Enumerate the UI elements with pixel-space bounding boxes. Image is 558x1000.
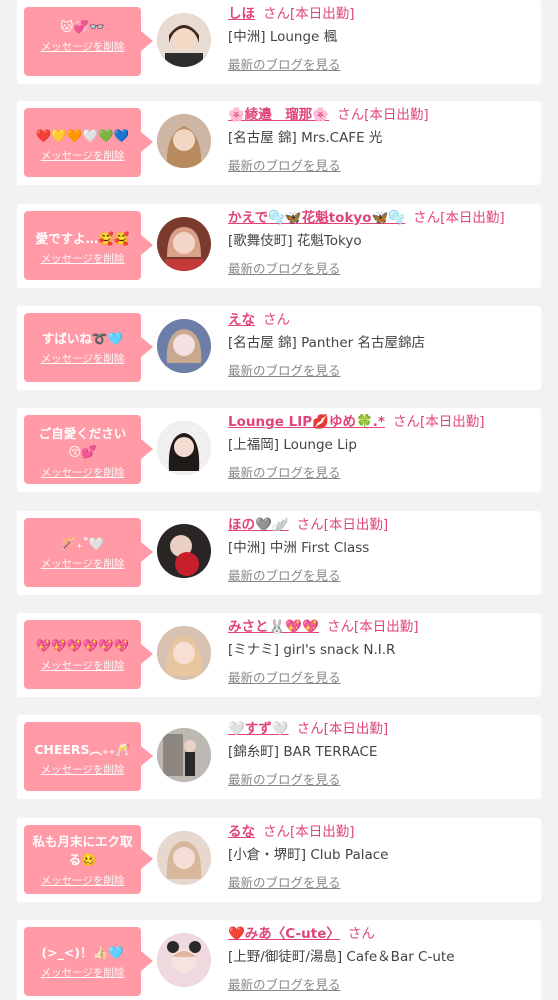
list-item: 私も月末にエク取る🥴 メッセージを削除 るな さん[本日出勤] [小倉・堺町] C… [17,818,541,902]
message-bubble: すばいね➰🩵 メッセージを削除 [24,313,153,382]
shop-name: [中洲] 中洲 First Class [228,540,370,556]
cast-name-link[interactable]: みさと🐰💖💖 [228,619,319,635]
latest-blog-link[interactable]: 最新のブログを見る [228,56,341,74]
cast-status: さん[本日出勤] [296,517,389,533]
avatar[interactable] [157,217,211,271]
list-item: 🪄₊˚🤍 メッセージを削除 ほの🩶🪽 さん[本日出勤] [中洲] 中洲 First… [17,511,541,595]
message-text: 🪄₊˚🤍 [60,536,105,551]
list-item: すばいね➰🩵 メッセージを削除 えな さん [名古屋 錦] Panther 名古屋… [17,306,541,390]
delete-message-link[interactable]: メッセージを削除 [41,658,125,673]
latest-blog-link[interactable]: 最新のブログを見る [228,260,341,278]
latest-blog-link[interactable]: 最新のブログを見る [228,157,341,175]
shop-name: [小倉・堺町] Club Palace [228,847,389,863]
cast-name-link[interactable]: しほ [228,6,255,22]
message-text: すばいね➰🩵 [41,331,124,346]
cast-status: さん [263,312,290,328]
avatar[interactable] [157,626,211,680]
message-bubble: (>_<)！👍🏻🩵 メッセージを削除 [24,927,153,996]
shop-name: [錦糸町] BAR TERRACE [228,744,378,760]
shop-name: [歌舞伎町] 花魁Tokyo [228,233,362,249]
avatar[interactable] [157,421,211,475]
shop-name: [名古屋 錦] Mrs.CAFE 光 [228,130,383,146]
latest-blog-link[interactable]: 最新のブログを見る [228,874,341,892]
cast-name-link[interactable]: Lounge LIP💋ゆめ🍀.* [228,414,385,430]
shop-name: [中洲] Lounge 楓 [228,29,338,45]
avatar[interactable] [157,524,211,578]
message-text: 🐱💞👓 [60,19,105,34]
message-bubble: ❤️💛🧡🤍💚💙 メッセージを削除 [24,108,153,177]
delete-message-link[interactable]: メッセージを削除 [41,351,125,366]
message-text: 愛ですよ…🥰🥰 [35,231,130,246]
list-item: ご自愛ください😚💕 メッセージを削除 Lounge LIP💋ゆめ🍀.* さん[本日… [17,408,541,492]
cast-status: さん[本日出勤] [326,619,419,635]
message-bubble: 愛ですよ…🥰🥰 メッセージを削除 [24,211,153,280]
cast-status: さん [347,926,375,942]
shop-name: [上福岡] Lounge Lip [228,437,357,453]
delete-message-link[interactable]: メッセージを削除 [41,39,125,54]
latest-blog-link[interactable]: 最新のブログを見る [228,362,341,380]
message-bubble: 🐱💞👓 メッセージを削除 [24,7,153,76]
list-item: CHEERS︵₊₊🥂 メッセージを削除 🤍すず🤍 さん[本日出勤] [錦糸町] B… [17,715,541,799]
cast-name-link[interactable]: ❤️みあ〈C-ute〉 [228,926,340,942]
message-text: (>_<)！👍🏻🩵 [41,945,124,960]
avatar[interactable] [157,13,211,67]
cast-name-link[interactable]: ほの🩶🪽 [228,517,289,533]
cast-name-link[interactable]: るな [228,824,255,840]
avatar[interactable] [157,114,211,168]
delete-message-link[interactable]: メッセージを削除 [41,965,125,980]
message-text: 💖💖💖💖💖💖 [35,638,130,653]
shop-name: [ミナミ] girl's snack N.I.R [228,642,396,658]
message-text: CHEERS︵₊₊🥂 [34,742,131,757]
message-text: 私も月末にエク取る🥴 [32,834,133,867]
list-item: 💖💖💖💖💖💖 メッセージを削除 みさと🐰💖💖 さん[本日出勤] [ミナミ] gir… [17,613,541,697]
cast-status: さん[本日出勤] [263,6,355,22]
list-item: 🐱💞👓 メッセージを削除 しほ さん[本日出勤] [中洲] Lounge 楓 最新… [17,0,541,84]
delete-message-link[interactable]: メッセージを削除 [41,148,125,163]
message-bubble: 🪄₊˚🤍 メッセージを削除 [24,518,153,587]
cast-name-link[interactable]: かえで🫧🦋花魁tokyo🦋🫧 [228,210,405,226]
shop-name: [上野/御徒町/湯島] Cafe＆Bar C-ute [228,949,455,965]
message-bubble: 💖💖💖💖💖💖 メッセージを削除 [24,620,153,689]
list-item: (>_<)！👍🏻🩵 メッセージを削除 ❤️みあ〈C-ute〉 さん [上野/御徒町… [17,920,541,1000]
cast-status: さん[本日出勤] [413,210,505,226]
cast-status: さん[本日出勤] [263,824,355,840]
latest-blog-link[interactable]: 最新のブログを見る [228,771,341,789]
delete-message-link[interactable]: メッセージを削除 [41,762,125,777]
list-item: ❤️💛🧡🤍💚💙 メッセージを削除 🌸綾邉 瑠那🌸 さん[本日出勤] [名古屋 錦]… [17,101,541,185]
cast-name-link[interactable]: 🤍すず🤍 [228,721,289,737]
message-list: 🐱💞👓 メッセージを削除 しほ さん[本日出勤] [中洲] Lounge 楓 最新… [0,0,558,1000]
avatar[interactable] [157,319,211,373]
latest-blog-link[interactable]: 最新のブログを見る [228,567,341,585]
avatar[interactable] [157,933,211,987]
cast-status: さん[本日出勤] [296,721,389,737]
message-bubble: CHEERS︵₊₊🥂 メッセージを削除 [24,722,153,791]
cast-status: さん[本日出勤] [337,107,429,123]
delete-message-link[interactable]: メッセージを削除 [41,556,125,571]
avatar[interactable] [157,728,211,782]
message-bubble: 私も月末にエク取る🥴 メッセージを削除 [24,825,153,894]
cast-name-link[interactable]: 🌸綾邉 瑠那🌸 [228,107,329,123]
latest-blog-link[interactable]: 最新のブログを見る [228,669,341,687]
list-item: 愛ですよ…🥰🥰 メッセージを削除 かえで🫧🦋花魁tokyo🦋🫧 さん[本日出勤] … [17,204,541,288]
avatar[interactable] [157,831,211,885]
latest-blog-link[interactable]: 最新のブログを見る [228,976,341,994]
cast-name-link[interactable]: えな [228,312,255,328]
message-bubble: ご自愛ください😚💕 メッセージを削除 [24,415,153,484]
delete-message-link[interactable]: メッセージを削除 [41,465,125,480]
message-text: ❤️💛🧡🤍💚💙 [35,128,130,143]
delete-message-link[interactable]: メッセージを削除 [41,251,125,266]
shop-name: [名古屋 錦] Panther 名古屋錦店 [228,335,425,351]
cast-status: さん[本日出勤] [392,414,485,430]
message-text: ご自愛ください😚💕 [38,426,127,459]
delete-message-link[interactable]: メッセージを削除 [41,873,125,888]
latest-blog-link[interactable]: 最新のブログを見る [228,464,341,482]
